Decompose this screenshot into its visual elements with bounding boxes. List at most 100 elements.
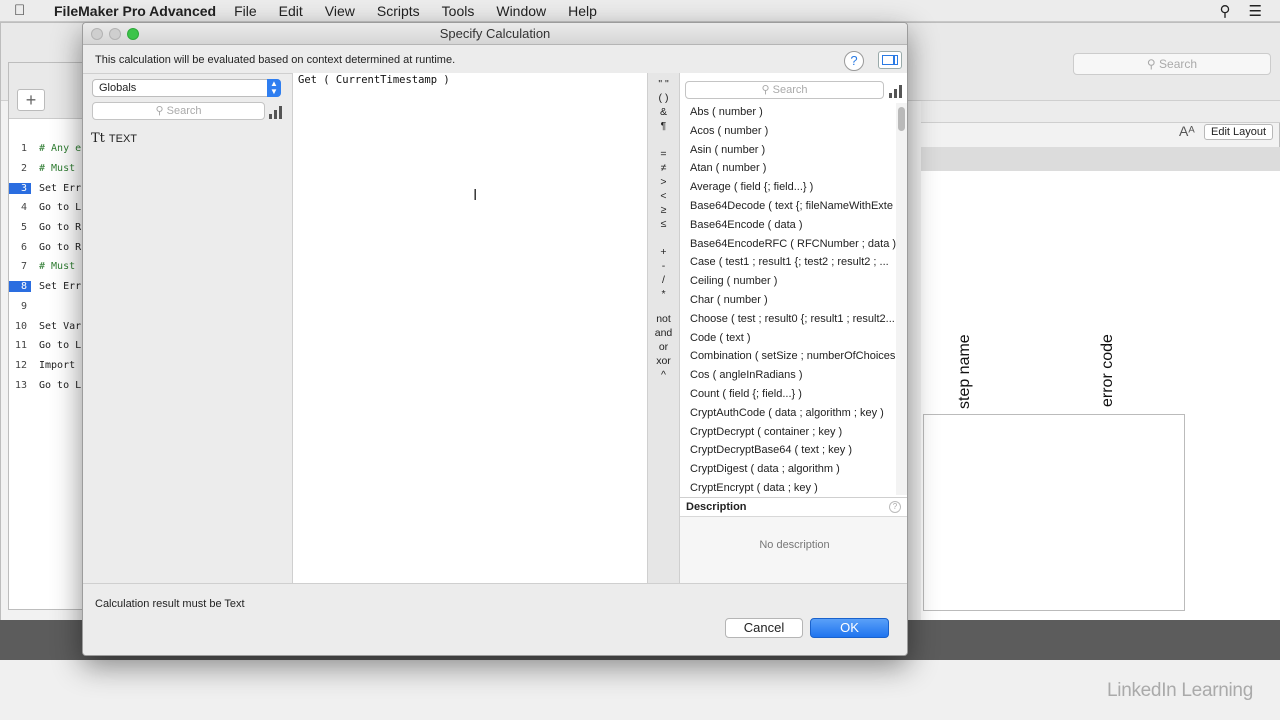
operator-button[interactable]: ( ) xyxy=(648,92,679,104)
apple-icon[interactable]:  xyxy=(14,2,44,19)
text-size-icon[interactable]: Aᴬ xyxy=(1179,123,1195,139)
scrollbar-thumb[interactable] xyxy=(898,107,905,131)
menu-view[interactable]: View xyxy=(325,3,355,19)
operator-button[interactable]: ≥ xyxy=(648,204,679,216)
line-number: 7 xyxy=(20,261,27,273)
layout-bar xyxy=(921,101,1280,123)
function-item[interactable]: Base64Encode ( data ) xyxy=(680,216,896,235)
function-item[interactable]: CryptAuthCode ( data ; algorithm ; key ) xyxy=(680,404,896,423)
operator-button[interactable]: and xyxy=(648,327,679,339)
minimize-button[interactable] xyxy=(109,28,121,40)
app-menu[interactable]: FileMaker Pro Advanced xyxy=(54,3,216,19)
function-sort-bars-icon[interactable] xyxy=(889,84,903,98)
line-number: 12 xyxy=(14,359,27,371)
menu-help[interactable]: Help xyxy=(568,3,597,19)
operator-button[interactable]: - xyxy=(648,260,679,272)
operator-button[interactable]: & xyxy=(648,106,679,118)
function-item[interactable]: CryptDecryptBase64 ( text ; key ) xyxy=(680,441,896,460)
operator-button[interactable]: = xyxy=(648,148,679,160)
function-item[interactable]: Atan ( number ) xyxy=(680,159,896,178)
operator-button[interactable]: or xyxy=(648,341,679,353)
portal-box xyxy=(923,414,1185,611)
menu-tools[interactable]: Tools xyxy=(442,3,475,19)
menu-bar:  FileMaker Pro Advanced File Edit View … xyxy=(0,0,1280,22)
operator-button[interactable]: > xyxy=(648,176,679,188)
help-button[interactable]: ? xyxy=(844,51,864,71)
operator-button[interactable]: ¶ xyxy=(648,120,679,132)
ok-button[interactable]: OK xyxy=(810,618,889,638)
function-item[interactable]: Char ( number ) xyxy=(680,291,896,310)
type-row[interactable]: Tt TEXT xyxy=(91,131,137,146)
menu-file[interactable]: File xyxy=(234,3,257,19)
function-item[interactable]: Acos ( number ) xyxy=(680,122,896,141)
background-search-field[interactable]: ⚲ Search xyxy=(1073,53,1271,75)
type-label: TEXT xyxy=(108,132,138,145)
operator-button[interactable]: ≤ xyxy=(648,218,679,230)
dialog-footer: Calculation result must be Text Cancel O… xyxy=(83,583,907,655)
line-number: 2 xyxy=(20,163,27,175)
function-item[interactable]: Base64Decode ( text {; fileNameWithExte xyxy=(680,197,896,216)
function-item[interactable]: Code ( text ) xyxy=(680,329,896,348)
edit-layout-button[interactable]: Edit Layout xyxy=(1204,124,1274,140)
description-help-icon[interactable]: ? xyxy=(889,501,901,513)
context-note: This calculation will be evaluated based… xyxy=(95,54,456,66)
sidebar-icon xyxy=(882,55,898,65)
line-number: 4 xyxy=(20,202,27,214)
function-item[interactable]: Ceiling ( number ) xyxy=(680,272,896,291)
function-item[interactable]: Asin ( number ) xyxy=(680,141,896,160)
sort-bars-icon[interactable] xyxy=(269,105,283,119)
function-item[interactable]: CryptDecrypt ( container ; key ) xyxy=(680,423,896,442)
zoom-button[interactable] xyxy=(127,28,139,40)
operator-button[interactable]: ^ xyxy=(648,369,679,381)
menu-scripts[interactable]: Scripts xyxy=(377,3,420,19)
add-script-button[interactable]: + xyxy=(17,89,45,111)
line-number: 10 xyxy=(14,320,27,332)
operator-button[interactable]: < xyxy=(648,190,679,202)
column-header-error-code: error code xyxy=(1099,334,1116,407)
toggle-panel-button[interactable] xyxy=(878,51,902,69)
function-item[interactable]: Case ( test1 ; result1 {; test2 ; result… xyxy=(680,253,896,272)
linkedin-learning-watermark: LinkedIn Learning xyxy=(1107,680,1253,701)
result-type-label: Calculation result must be Text xyxy=(95,598,245,610)
function-item[interactable]: Choose ( test ; result0 {; result1 ; res… xyxy=(680,310,896,329)
operator-button[interactable]: * xyxy=(648,288,679,300)
operator-button[interactable]: / xyxy=(648,274,679,286)
operator-button[interactable]: ≠ xyxy=(648,162,679,174)
line-number: 8 xyxy=(9,281,31,293)
text-type-icon: Tt xyxy=(91,131,105,146)
function-item[interactable]: Abs ( number ) xyxy=(680,103,896,122)
operator-button[interactable]: xor xyxy=(648,355,679,367)
header-strip xyxy=(921,147,1280,171)
close-button[interactable] xyxy=(91,28,103,40)
function-item[interactable]: Cos ( angleInRadians ) xyxy=(680,366,896,385)
menu-window[interactable]: Window xyxy=(496,3,546,19)
function-search-input[interactable]: ⚲ Search xyxy=(685,81,884,99)
operator-button[interactable]: " " xyxy=(648,78,679,90)
function-item[interactable]: CryptDigest ( data ; algorithm ) xyxy=(680,460,896,479)
functions-pane: ⚲ Search Abs ( number ) Acos ( number ) As… xyxy=(680,73,907,583)
function-item[interactable]: Count ( field {; field...} ) xyxy=(680,385,896,404)
formula-text[interactable]: Get ( CurrentTimestamp ) xyxy=(298,74,450,86)
updown-chevron-icon: ▲ ▼ xyxy=(267,79,281,97)
dialog-titlebar: Specify Calculation xyxy=(83,23,907,45)
context-select[interactable]: Globals ▲ ▼ xyxy=(92,79,281,97)
video-bottom-area xyxy=(0,660,1280,720)
function-item[interactable]: Base64EncodeRFC ( RFCNumber ; data ) xyxy=(680,235,896,254)
dialog-title: Specify Calculation xyxy=(439,26,551,41)
line-number: 11 xyxy=(14,340,27,352)
function-list-scrollbar[interactable] xyxy=(896,103,907,495)
cancel-button[interactable]: Cancel xyxy=(725,618,803,638)
notification-list-icon[interactable]: ☰ xyxy=(1249,2,1262,20)
field-search-input[interactable]: ⚲ Search xyxy=(92,102,265,120)
fields-pane: Globals ▲ ▼ ⚲ Search Tt TEXT xyxy=(83,73,292,583)
function-item[interactable]: Combination ( setSize ; numberOfChoices xyxy=(680,347,896,366)
menu-edit[interactable]: Edit xyxy=(279,3,303,19)
operator-button[interactable]: not xyxy=(648,313,679,325)
function-item[interactable]: Average ( field {; field...} ) xyxy=(680,178,896,197)
line-number: 6 xyxy=(20,241,27,253)
formula-editor[interactable]: Get ( CurrentTimestamp ) I xyxy=(292,73,648,583)
operator-button[interactable]: + xyxy=(648,246,679,258)
spotlight-search-icon[interactable]: ⚲ xyxy=(1220,2,1231,20)
function-item[interactable]: CryptEncrypt ( data ; key ) xyxy=(680,479,896,495)
function-list: Abs ( number ) Acos ( number ) Asin ( numb… xyxy=(680,103,896,495)
